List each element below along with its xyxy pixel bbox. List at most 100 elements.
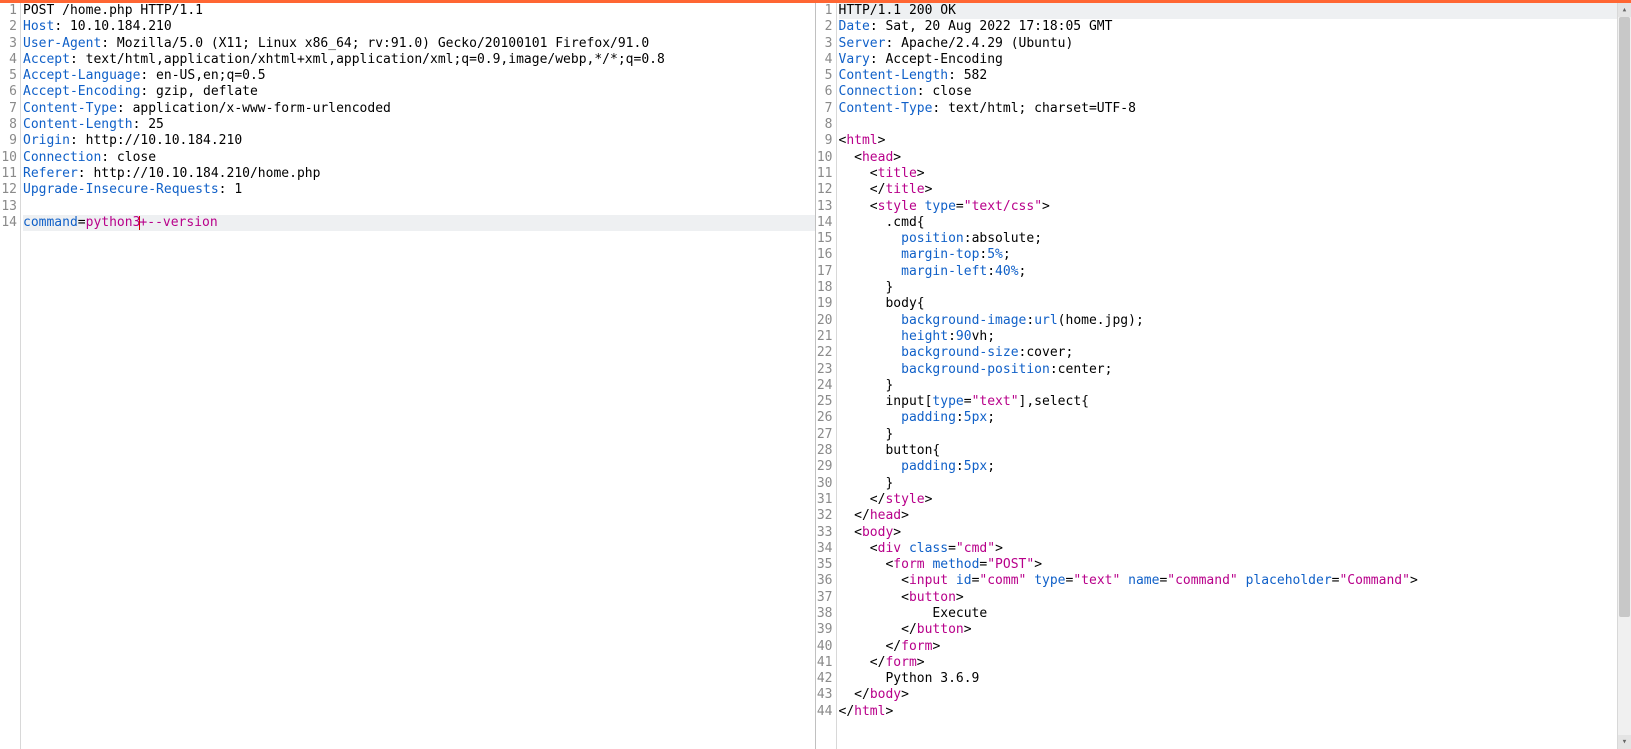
code-token: head [862,150,893,165]
code-line[interactable]: User-Agent: Mozilla/5.0 (X11; Linux x86_… [23,36,815,52]
code-line[interactable]: </form> [839,639,1618,655]
code-line[interactable]: background-position:center; [839,362,1618,378]
code-line[interactable]: } [839,378,1618,394]
code-line[interactable]: </button> [839,622,1618,638]
request-editor[interactable]: POST /home.php HTTP/1.1Host: 10.10.184.2… [21,3,815,749]
code-line[interactable]: margin-left:40%; [839,264,1618,280]
code-line[interactable]: body{ [839,296,1618,312]
code-line[interactable]: <div class="cmd"> [839,541,1618,557]
code-token: < [839,525,862,540]
code-token: > [1042,199,1050,214]
code-line[interactable]: button{ [839,443,1618,459]
code-line[interactable]: Python 3.6.9 [839,671,1618,687]
code-token: </ [839,508,870,523]
line-number: 9 [0,133,17,149]
code-line[interactable]: Vary: Accept-Encoding [839,52,1618,68]
code-token: margin-top [901,247,979,262]
code-line[interactable]: Content-Type: application/x-www-form-url… [23,101,815,117]
code-line[interactable]: command=python3+--version [23,215,815,231]
line-number: 2 [816,19,833,35]
code-line[interactable]: } [839,476,1618,492]
line-number: 9 [816,133,833,149]
code-token: Connection [839,84,917,99]
code-line[interactable]: Accept-Language: en-US,en;q=0.5 [23,68,815,84]
code-token: : [1026,313,1034,328]
code-token: : http://10.10.184.210 [70,133,242,148]
code-token: margin-left [901,264,987,279]
code-line[interactable]: background-size:cover; [839,345,1618,361]
code-token: "text/css" [964,199,1042,214]
code-line[interactable]: <input id="comm" type="text" name="comma… [839,573,1618,589]
code-line[interactable]: <title> [839,166,1618,182]
code-token: ],select{ [1019,394,1089,409]
code-line[interactable] [23,199,815,215]
code-line[interactable]: Accept: text/html,application/xhtml+xml,… [23,52,815,68]
response-gutter: 1234567891011121314151617181920212223242… [816,3,837,749]
code-token: : gzip, deflate [140,84,257,99]
code-line[interactable]: POST /home.php HTTP/1.1 [23,3,815,19]
code-line[interactable]: Connection: close [23,150,815,166]
code-line[interactable]: input[type="text"],select{ [839,394,1618,410]
code-line[interactable]: } [839,280,1618,296]
code-line[interactable]: padding:5px; [839,410,1618,426]
code-token: </ [839,655,886,670]
code-line[interactable]: } [839,427,1618,443]
code-token: Content-Length [839,68,949,83]
code-line[interactable]: background-image:url(home.jpg); [839,313,1618,329]
code-line[interactable]: padding:5px; [839,459,1618,475]
response-scrollbar[interactable]: ▴ ▾ [1617,3,1631,749]
code-line[interactable]: Connection: close [839,84,1618,100]
line-number: 41 [816,655,833,671]
code-line[interactable]: </head> [839,508,1618,524]
code-token: = [964,394,972,409]
code-token [839,247,902,262]
scroll-down-icon[interactable]: ▾ [1618,735,1631,749]
code-line[interactable]: .cmd{ [839,215,1618,231]
scroll-up-icon[interactable]: ▴ [1618,3,1631,17]
code-line[interactable]: </title> [839,182,1618,198]
code-line[interactable]: <head> [839,150,1618,166]
code-line[interactable]: Content-Type: text/html; charset=UTF-8 [839,101,1618,117]
code-token: < [839,150,862,165]
code-line[interactable]: Host: 10.10.184.210 [23,19,815,35]
code-line[interactable]: Execute [839,606,1618,622]
code-line[interactable]: </html> [839,704,1618,720]
code-line[interactable]: margin-top:5%; [839,247,1618,263]
code-line[interactable]: <body> [839,525,1618,541]
line-number: 5 [816,68,833,84]
response-viewer[interactable]: HTTP/1.1 200 OKDate: Sat, 20 Aug 2022 17… [837,3,1618,749]
code-line[interactable]: Date: Sat, 20 Aug 2022 17:18:05 GMT [839,19,1618,35]
code-line[interactable]: Content-Length: 25 [23,117,815,133]
line-number: 11 [0,166,17,182]
code-token [839,329,902,344]
code-line[interactable]: </body> [839,687,1618,703]
code-line[interactable]: </form> [839,655,1618,671]
code-line[interactable]: <form method="POST"> [839,557,1618,573]
code-token: : Mozilla/5.0 (X11; Linux x86_64; rv:91.… [101,36,649,51]
scroll-thumb[interactable] [1619,17,1630,617]
code-line[interactable]: <button> [839,590,1618,606]
code-line[interactable]: Upgrade-Insecure-Requests: 1 [23,182,815,198]
line-number: 7 [0,101,17,117]
code-token: : [956,459,964,474]
code-line[interactable]: HTTP/1.1 200 OK [839,3,1618,19]
code-token: POST /home.php HTTP/1.1 [23,3,203,18]
code-line[interactable]: Referer: http://10.10.184.210/home.php [23,166,815,182]
code-line[interactable]: position:absolute; [839,231,1618,247]
code-line[interactable]: Accept-Encoding: gzip, deflate [23,84,815,100]
code-line[interactable]: Server: Apache/2.4.29 (Ubuntu) [839,36,1618,52]
code-token: Execute [839,606,988,621]
code-line[interactable]: </style> [839,492,1618,508]
code-line[interactable]: Content-Length: 582 [839,68,1618,84]
code-line[interactable]: <style type="text/css"> [839,199,1618,215]
line-number: 2 [0,19,17,35]
code-token: name [1128,573,1159,588]
code-token: < [839,590,909,605]
code-token: : text/html,application/xhtml+xml,applic… [70,52,665,67]
code-line[interactable]: height:90vh; [839,329,1618,345]
code-line[interactable]: Origin: http://10.10.184.210 [23,133,815,149]
code-line[interactable] [839,117,1618,133]
line-number: 16 [816,247,833,263]
code-line[interactable]: <html> [839,133,1618,149]
code-token: : Accept-Encoding [870,52,1003,67]
